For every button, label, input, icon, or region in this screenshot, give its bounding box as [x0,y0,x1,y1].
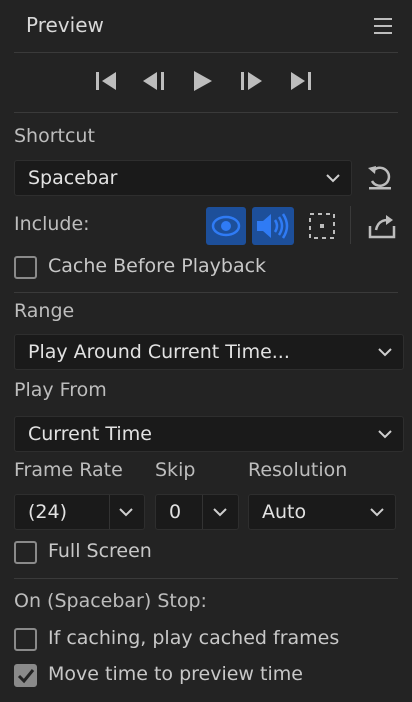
range-label: Range [14,300,75,322]
chevron-down-icon [378,348,392,357]
section-divider-1 [14,292,398,293]
include-divider [350,206,351,244]
audio-toggle-speaker-icon[interactable] [252,207,294,245]
chevron-down-icon [370,508,384,517]
checkbox-box[interactable] [14,628,37,651]
resolution-dropdown[interactable]: Auto [248,494,396,530]
include-label: Include: [14,213,90,235]
skip-divider [202,495,203,529]
panel-title: Preview [26,13,104,37]
frame-rate-value: (24) [28,501,68,523]
go-to-last-frame-icon[interactable] [283,64,317,98]
resolution-value: Auto [262,501,307,523]
export-icon[interactable] [364,208,400,244]
transport-divider [14,112,398,113]
move-time-label: Move time to preview time [48,663,303,685]
if-caching-checkbox[interactable]: If caching, play cached frames [14,627,354,656]
play-icon[interactable] [186,64,220,98]
cache-before-playback-label: Cache Before Playback [48,255,267,277]
header-divider [14,52,398,53]
go-to-first-frame-icon[interactable] [90,64,124,98]
reset-icon[interactable] [362,159,398,195]
full-screen-label: Full Screen [48,540,152,562]
frame-rate-divider [109,495,110,529]
skip-combobox[interactable]: 0 [155,494,239,530]
if-caching-label: If caching, play cached frames [48,627,340,649]
checkbox-box[interactable] [14,541,37,564]
transport-controls [0,64,412,98]
next-frame-icon[interactable] [234,64,268,98]
shortcut-label: Shortcut [14,125,95,147]
full-screen-checkbox[interactable]: Full Screen [14,540,214,569]
chevron-down-icon[interactable] [212,506,228,518]
range-dropdown[interactable]: Play Around Current Time... [14,334,404,370]
cache-before-playback-checkbox[interactable]: Cache Before Playback [14,255,314,284]
panel-header: Preview [0,0,412,52]
move-time-checkbox[interactable]: Move time to preview time [14,663,334,692]
previous-frame-icon[interactable] [137,64,171,98]
play-from-value: Current Time [28,423,152,445]
shortcut-value: Spacebar [28,167,118,189]
on-stop-label: On (Spacebar) Stop: [14,590,207,612]
checkbox-box[interactable] [14,256,37,279]
range-value: Play Around Current Time... [28,341,290,363]
frame-rate-combobox[interactable]: (24) [14,494,145,530]
play-from-dropdown[interactable]: Current Time [14,416,404,452]
skip-label: Skip [155,459,196,481]
preview-panel: Preview Shortcut Spacebar Include: Cache… [0,0,412,702]
overlays-toggle-icon[interactable] [304,208,340,244]
shortcut-dropdown[interactable]: Spacebar [14,160,352,196]
skip-value: 0 [169,501,182,523]
checkmark-icon [17,669,35,684]
resolution-label: Resolution [248,459,348,481]
chevron-down-icon [326,174,340,183]
chevron-down-icon [378,430,392,439]
section-divider-2 [14,578,398,579]
video-toggle-eye-icon[interactable] [206,207,246,245]
play-from-label: Play From [14,379,107,401]
frame-rate-label: Frame Rate [14,459,123,481]
hamburger-menu-icon[interactable] [374,18,392,34]
checkbox-box-checked[interactable] [14,664,37,687]
chevron-down-icon[interactable] [118,506,134,518]
